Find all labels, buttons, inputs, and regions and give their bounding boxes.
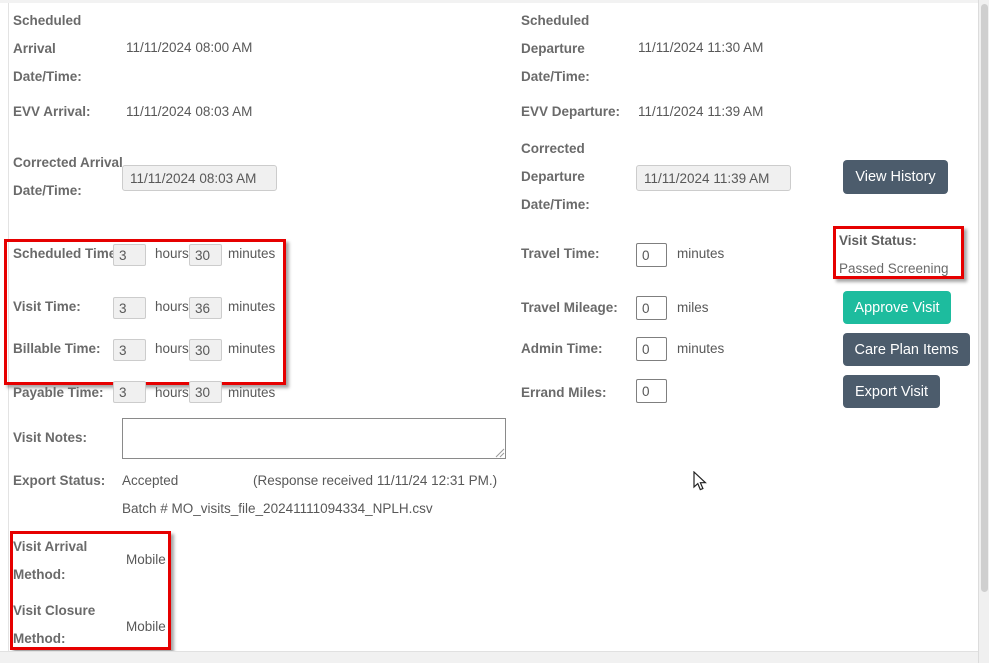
- scheduled-time-minutes-input: [189, 244, 222, 266]
- visit-time-label: Visit Time:: [13, 299, 81, 315]
- hours-unit-label: hours: [155, 246, 189, 262]
- hours-unit-label: hours: [155, 385, 189, 401]
- evv-departure-value: 11/11/2024 11:39 AM: [638, 104, 763, 120]
- minutes-unit-label: minutes: [228, 385, 275, 401]
- admin-time-input[interactable]: [636, 337, 667, 361]
- top-divider: [0, 0, 989, 3]
- care-plan-items-button[interactable]: Care Plan Items: [843, 333, 970, 366]
- errand-miles-label: Errand Miles:: [521, 385, 607, 401]
- visit-closure-method-label: Visit Closure Method:: [13, 597, 118, 653]
- scheduled-time-hours-input: [113, 244, 146, 266]
- travel-mileage-input[interactable]: [636, 296, 667, 320]
- payable-time-minutes-input: [189, 381, 222, 403]
- payable-time-label: Payable Time:: [13, 385, 104, 401]
- corrected-arrival-label: Corrected Arrival Date/Time:: [13, 149, 133, 205]
- visit-details-panel: Scheduled Arrival Date/Time: 11/11/2024 …: [0, 0, 989, 663]
- billable-time-minutes-input: [189, 339, 222, 361]
- textarea-resize-handle-icon[interactable]: [494, 447, 505, 458]
- corrected-arrival-input: [122, 165, 277, 191]
- miles-unit-label: miles: [677, 300, 709, 316]
- left-panel-border: [8, 3, 9, 651]
- minutes-unit-label: minutes: [677, 246, 724, 262]
- hours-unit-label: hours: [155, 299, 189, 315]
- travel-time-label: Travel Time:: [521, 246, 600, 262]
- scheduled-time-label: Scheduled Time:: [13, 246, 121, 262]
- corrected-departure-label: Corrected Departure Date/Time:: [521, 135, 631, 219]
- hours-unit-label: hours: [155, 341, 189, 357]
- travel-time-input[interactable]: [636, 243, 667, 267]
- visit-notes-input[interactable]: [122, 418, 506, 459]
- visit-status-text: Visit Status: Passed Screening: [839, 227, 961, 283]
- billable-time-label: Billable Time:: [13, 341, 101, 357]
- view-history-button[interactable]: View History: [843, 160, 948, 194]
- export-batch-filename: Batch # MO_visits_file_20241111094334_NP…: [122, 501, 433, 517]
- export-status-response: (Response received 11/11/24 12:31 PM.): [253, 473, 497, 489]
- visit-closure-method-value: Mobile: [126, 619, 166, 635]
- travel-mileage-label: Travel Mileage:: [521, 300, 618, 316]
- scheduled-arrival-label: Scheduled Arrival Date/Time:: [13, 7, 123, 91]
- scrollbar-thumb[interactable]: [981, 4, 988, 592]
- visit-notes-label: Visit Notes:: [13, 430, 87, 446]
- export-status-value: Accepted: [122, 473, 178, 489]
- visit-status-value: Passed Screening: [839, 261, 949, 276]
- corrected-departure-input: [636, 165, 791, 191]
- minutes-unit-label: minutes: [677, 341, 724, 357]
- export-status-label: Export Status:: [13, 473, 105, 489]
- minutes-unit-label: minutes: [228, 341, 275, 357]
- evv-departure-label: EVV Departure:: [521, 104, 620, 120]
- visit-arrival-method-value: Mobile: [126, 552, 166, 568]
- minutes-unit-label: minutes: [228, 299, 275, 315]
- vertical-scrollbar[interactable]: [978, 0, 989, 663]
- visit-arrival-method-label: Visit Arrival Method:: [13, 533, 118, 589]
- billable-time-hours-input: [113, 339, 146, 361]
- mouse-cursor-icon: [693, 471, 707, 492]
- scheduled-departure-value: 11/11/2024 11:30 AM: [638, 40, 763, 56]
- visit-status-label: Visit Status:: [839, 233, 917, 248]
- evv-arrival-value: 11/11/2024 08:03 AM: [126, 104, 252, 120]
- scheduled-departure-label: Scheduled Departure Date/Time:: [521, 7, 631, 91]
- minutes-unit-label: minutes: [228, 246, 275, 262]
- payable-time-hours-input: [113, 381, 146, 403]
- visit-time-hours-input: [113, 297, 146, 319]
- errand-miles-input[interactable]: [636, 379, 667, 403]
- export-visit-button[interactable]: Export Visit: [843, 375, 940, 408]
- visit-time-minutes-input: [189, 297, 222, 319]
- evv-arrival-label: EVV Arrival:: [13, 104, 91, 120]
- admin-time-label: Admin Time:: [521, 341, 603, 357]
- footer-strip: [0, 651, 978, 663]
- scheduled-arrival-value: 11/11/2024 08:00 AM: [126, 40, 252, 56]
- approve-visit-button[interactable]: Approve Visit: [843, 291, 951, 324]
